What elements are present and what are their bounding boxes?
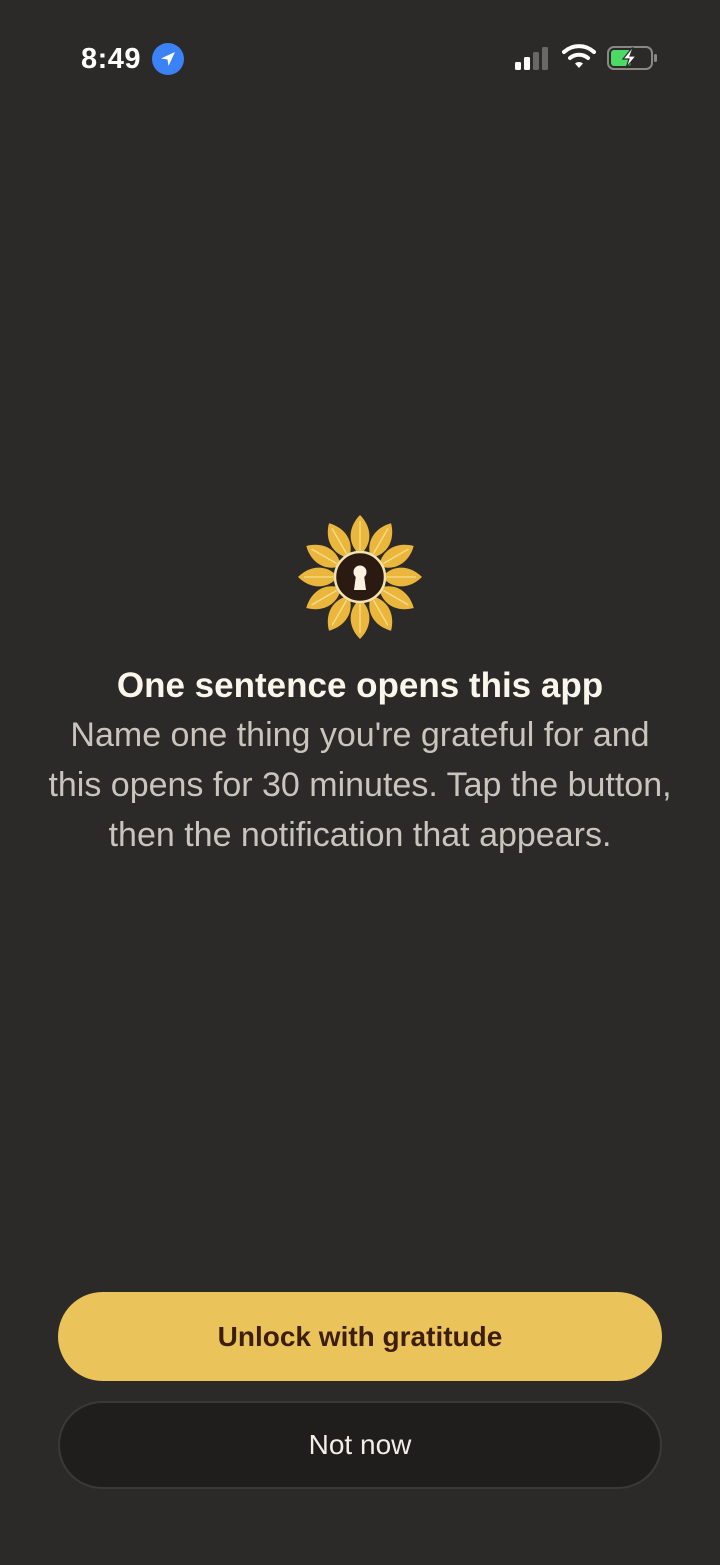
cellular-signal-icon <box>515 47 548 70</box>
page-title: One sentence opens this app <box>116 666 604 705</box>
wifi-icon <box>562 44 596 68</box>
hero: One sentence opens this app Name one thi… <box>0 514 720 860</box>
status-time: 8:49 <box>81 43 142 75</box>
unlock-with-gratitude-button[interactable]: Unlock with gratitude <box>58 1292 662 1381</box>
location-arrow-icon <box>152 43 184 75</box>
battery-charging-icon <box>607 46 657 70</box>
sunflower-keyhole-icon <box>298 515 422 639</box>
not-now-button[interactable]: Not now <box>58 1401 662 1489</box>
description-text: Name one thing you're grateful for and t… <box>48 716 672 854</box>
status-bar: 8:49 <box>0 0 720 118</box>
